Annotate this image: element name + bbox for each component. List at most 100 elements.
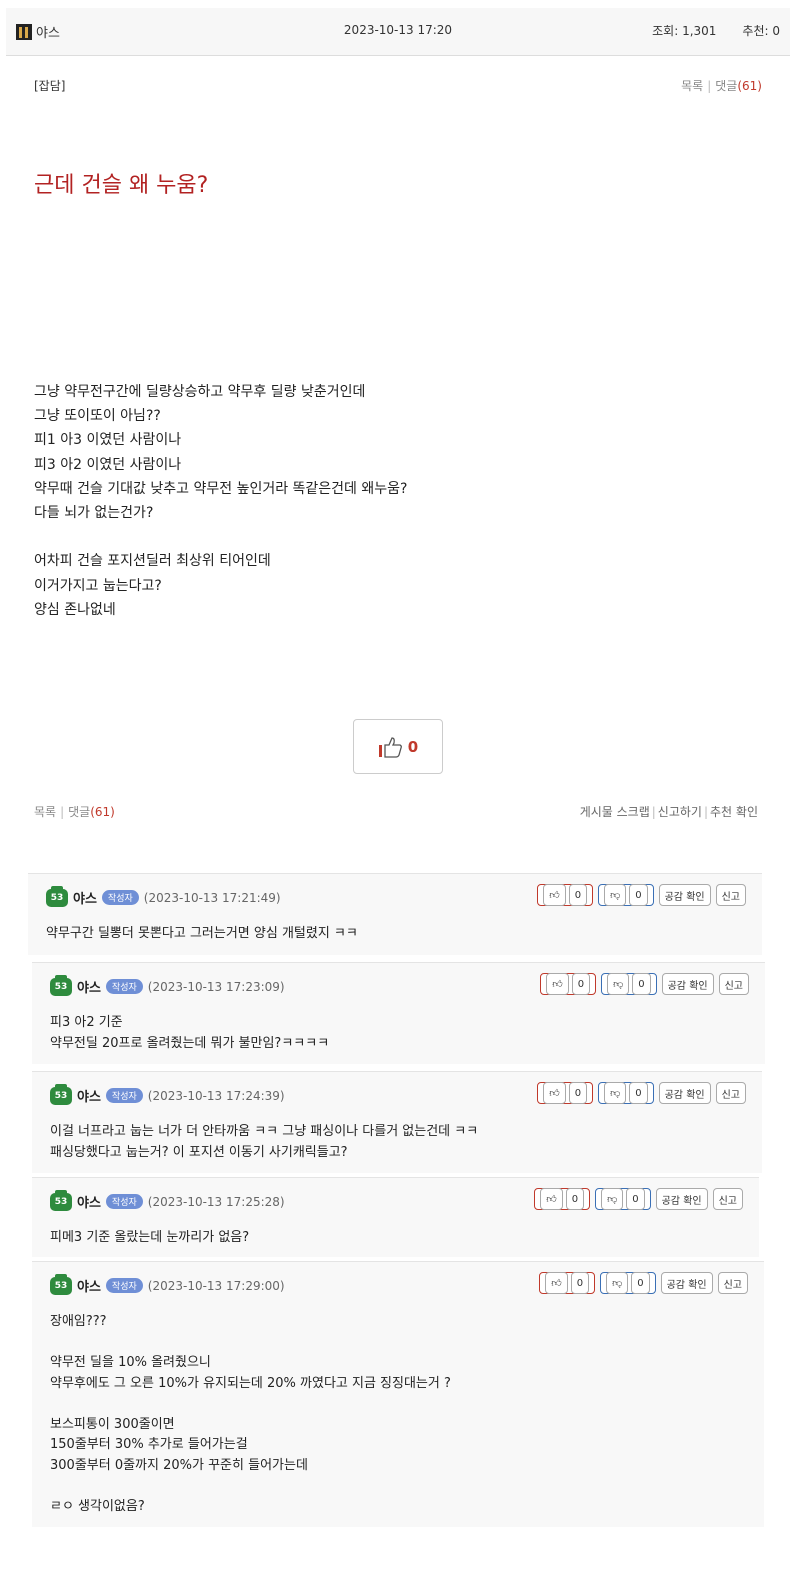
comments-link-bottom[interactable]: 댓글(61) xyxy=(68,805,115,819)
comment-nick[interactable]: 야스 xyxy=(77,1086,101,1105)
like-button[interactable]: 0 xyxy=(353,719,443,774)
comment-text: 피메3 기준 올랐는데 눈까리가 없음? xyxy=(50,1228,743,1249)
comment-item: 53 야스 작성자 (2023-10-13 17:23:09) 👍︎ 0 👎︎ 0 … xyxy=(32,962,765,1064)
thumbs-up-icon: 👍︎ xyxy=(543,1082,566,1104)
body-line xyxy=(34,525,407,549)
comment-line: 이걸 너프라고 눕는 너가 더 안타까움 ㅋㅋ 그냥 패싱이나 다를거 없는건데… xyxy=(50,1124,479,1139)
comment-line: 패싱당했다고 눕는거? 이 포지션 이동기 사기캐릭들고? xyxy=(50,1144,348,1160)
empathy-check-button[interactable]: 공감 확인 xyxy=(655,1188,708,1210)
comment-buttons: 👍︎ 0 👎︎ 0 공감 확인 신고 xyxy=(537,1082,746,1104)
comments-link[interactable]: 댓글(61) xyxy=(715,79,762,93)
level-icon: 53 xyxy=(50,1273,72,1295)
empathy-check-button[interactable]: 공감 확인 xyxy=(661,973,714,995)
upvote-count: 0 xyxy=(571,973,591,995)
level-icon: 53 xyxy=(50,974,72,996)
comment-report-button[interactable]: 신고 xyxy=(717,1272,748,1294)
empathy-check-button[interactable]: 공감 확인 xyxy=(660,1272,713,1294)
thumbs-up-icon: 👍︎ xyxy=(543,884,566,906)
body-line: 약무때 건슬 기대값 낮추고 약무전 높인거라 똑같은건데 왜누움? xyxy=(34,480,408,497)
comment-line: 보스피통이 300줄이면 xyxy=(50,1416,175,1432)
comment-report-button[interactable]: 신고 xyxy=(715,884,746,906)
comment-downvote-button[interactable]: 👎︎ 0 xyxy=(601,973,657,995)
list-link-bottom[interactable]: 목록 xyxy=(34,805,56,819)
thumbs-down-icon: 👎︎ xyxy=(606,1272,629,1294)
upvote-count: 0 xyxy=(568,884,588,906)
thumbs-up-icon: 👍︎ xyxy=(546,973,569,995)
downvote-count: 0 xyxy=(629,1082,648,1104)
comment-date: (2023-10-13 17:24:39) xyxy=(147,1088,285,1103)
comment-buttons: 👍︎ 0 👎︎ 0 공감 확인 신고 xyxy=(539,1272,748,1294)
comment-header: 53 야스 작성자 (2023-10-13 17:24:39) xyxy=(50,1083,285,1105)
comment-nick[interactable]: 야스 xyxy=(73,888,97,907)
comment-upvote-button[interactable]: 👍︎ 0 xyxy=(537,884,594,906)
comment-line: 약무전딜 20프로 올려줬는데 뭐가 불만임?ㅋㅋㅋㅋ xyxy=(50,1035,330,1051)
report-link[interactable]: 신고하기 xyxy=(658,805,702,819)
comment-downvote-button[interactable]: 👎︎ 0 xyxy=(598,1082,654,1104)
comment-upvote-button[interactable]: 👍︎ 0 xyxy=(540,973,597,995)
body-line: 다들 뇌가 없는건가? xyxy=(34,505,154,522)
comment-nick[interactable]: 야스 xyxy=(77,1276,101,1295)
comment-text: 이걸 너프라고 눕는 너가 더 안타까움 ㅋㅋ 그냥 패싱이나 다를거 없는건데… xyxy=(50,1122,746,1163)
empathy-check-button[interactable]: 공감 확인 xyxy=(658,1082,711,1104)
view-count: 조회: 1,301 xyxy=(652,24,717,38)
comment-downvote-button[interactable]: 👎︎ 0 xyxy=(600,1272,656,1294)
downvote-count: 0 xyxy=(631,1272,650,1294)
downvote-count: 0 xyxy=(632,973,651,995)
bottom-links-right: 게시물 스크랩 | 신고하기 | 추천 확인 xyxy=(579,805,758,819)
thumbs-up-icon xyxy=(378,736,402,758)
thumbs-up-icon: 👍︎ xyxy=(540,1188,563,1210)
comments-count: (61) xyxy=(737,79,762,93)
post-header: 야스 2023-10-13 17:20 조회: 1,301 추천: 0 xyxy=(6,8,790,56)
author-badge: 작성자 xyxy=(105,1194,143,1209)
post-stats: 조회: 1,301 추천: 0 xyxy=(652,22,780,39)
comment-upvote-button[interactable]: 👍︎ 0 xyxy=(537,1082,594,1104)
recommend-check-link[interactable]: 추천 확인 xyxy=(710,805,758,819)
comment-downvote-button[interactable]: 👎︎ 0 xyxy=(598,884,654,906)
thumbs-down-icon: 👎︎ xyxy=(604,1082,627,1104)
comment-line xyxy=(50,1333,748,1354)
top-links: 목록 | 댓글(61) xyxy=(681,79,762,93)
post-title: 근데 건슬 왜 누움? xyxy=(34,173,209,198)
like-count: 0 xyxy=(407,737,419,756)
upvote-count: 0 xyxy=(570,1272,590,1294)
comment-buttons: 👍︎ 0 👎︎ 0 공감 확인 신고 xyxy=(537,884,746,906)
comment-line: 장애임??? xyxy=(50,1314,107,1329)
comment-date: (2023-10-13 17:21:49) xyxy=(143,890,281,905)
comment-nick[interactable]: 야스 xyxy=(77,1192,101,1211)
comment-downvote-button[interactable]: 👎︎ 0 xyxy=(595,1188,651,1210)
thumbs-down-icon: 👎︎ xyxy=(607,973,630,995)
empathy-check-button[interactable]: 공감 확인 xyxy=(658,884,711,906)
comments-link-label: 댓글 xyxy=(68,805,91,819)
comment-report-button[interactable]: 신고 xyxy=(712,1188,743,1210)
level-icon: 53 xyxy=(50,1083,72,1105)
comment-report-button[interactable]: 신고 xyxy=(715,1082,746,1104)
comment-item: 53 야스 작성자 (2023-10-13 17:29:00) 👍︎ 0 👎︎ 0 … xyxy=(32,1261,764,1527)
level-icon: 53 xyxy=(46,885,68,907)
body-line: 그냥 또이또이 아님?? xyxy=(34,408,161,425)
comment-upvote-button[interactable]: 👍︎ 0 xyxy=(534,1188,591,1210)
comment-line: ㄹㅇ 생각이없음? xyxy=(50,1498,145,1514)
comments-count: (61) xyxy=(90,805,115,819)
comment-date: (2023-10-13 17:25:28) xyxy=(147,1194,285,1209)
comments-link-label: 댓글 xyxy=(715,79,738,93)
body-line: 양심 존나없네 xyxy=(34,601,116,618)
comment-nick[interactable]: 야스 xyxy=(77,977,101,996)
thumbs-down-icon: 👎︎ xyxy=(601,1188,624,1210)
comment-line: 약무전 딜을 10% 올려줬으니 xyxy=(50,1355,211,1370)
comment-line: 피메3 기준 올랐는데 눈까리가 없음? xyxy=(50,1230,250,1245)
post-body: 그냥 약무전구간에 딜량상승하고 약무후 딜량 낮춘거인데 그냥 또이또이 아님… xyxy=(34,380,407,622)
comment-upvote-button[interactable]: 👍︎ 0 xyxy=(539,1272,596,1294)
thumbs-down-icon: 👎︎ xyxy=(604,884,627,906)
comment-line: 피3 아2 기준 xyxy=(50,1015,123,1030)
scrap-link[interactable]: 게시물 스크랩 xyxy=(580,805,650,819)
comment-text: 장애임??? 약무전 딜을 10% 올려줬으니 약무후에도 그 오른 10%가 … xyxy=(50,1312,748,1517)
downvote-count: 0 xyxy=(626,1188,645,1210)
list-link[interactable]: 목록 xyxy=(681,79,703,93)
comment-report-button[interactable]: 신고 xyxy=(718,973,749,995)
comment-item: 53 야스 작성자 (2023-10-13 17:21:49) 👍︎ 0 👎︎ 0 … xyxy=(28,873,762,955)
level-icon: 53 xyxy=(50,1189,72,1211)
comment-item: 53 야스 작성자 (2023-10-13 17:25:28) 👍︎ 0 👎︎ 0 … xyxy=(32,1177,759,1257)
comment-date: (2023-10-13 17:23:09) xyxy=(147,979,285,994)
body-line: 어차피 건슬 포지션딜러 최상위 티어인데 xyxy=(34,553,271,570)
body-line: 이거가지고 눕는다고? xyxy=(34,577,162,594)
